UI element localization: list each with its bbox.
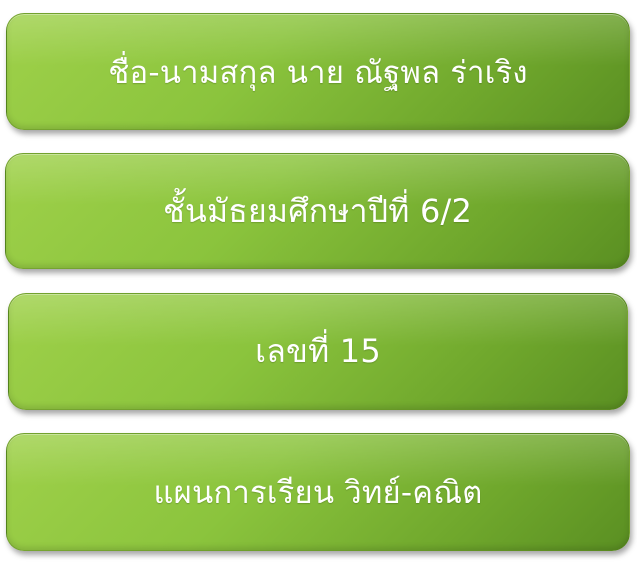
student-number-card: เลขที่ 15 [8, 293, 628, 410]
class-level-card: ชั้นมัธยมศึกษาปีที่ 6/2 [5, 153, 630, 269]
class-level-text: ชั้นมัธยมศึกษาปีที่ 6/2 [162, 191, 473, 230]
name-text: ชื่อ-นามสกุล นาย ณัฐพล ร่าเริง [108, 54, 528, 91]
info-card-stack: ชื่อ-นามสกุล นาย ณัฐพล ร่าเริง ชั้นมัธยม… [0, 0, 637, 565]
study-program-text: แผนการเรียน วิทย์-คณิต [153, 475, 483, 511]
name-card: ชื่อ-นามสกุล นาย ณัฐพล ร่าเริง [6, 13, 630, 130]
study-program-card: แผนการเรียน วิทย์-คณิต [6, 433, 630, 551]
student-number-text: เลขที่ 15 [255, 332, 381, 370]
